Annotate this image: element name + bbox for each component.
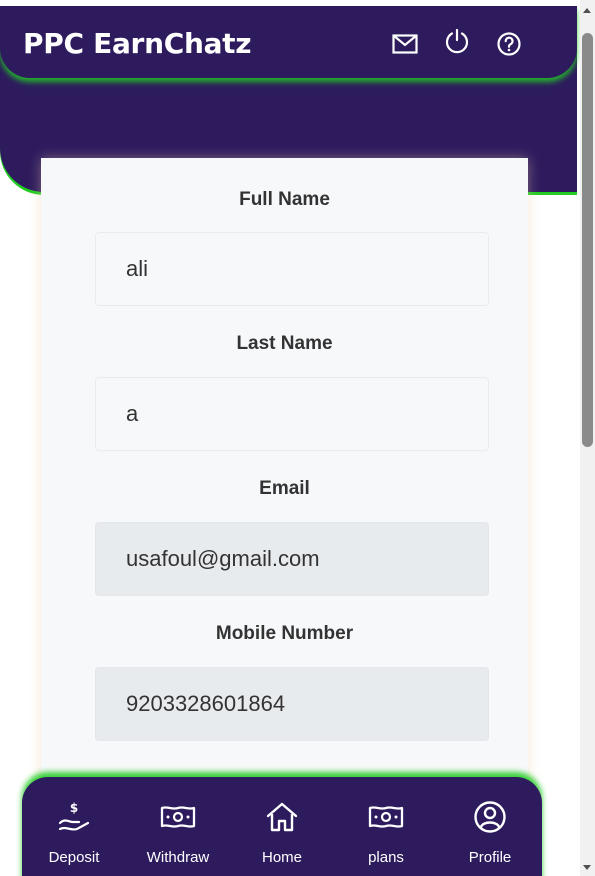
home-icon bbox=[265, 799, 299, 835]
svg-text:$: $ bbox=[70, 801, 78, 815]
app-title: PPC EarnChatz bbox=[23, 27, 252, 60]
nav-label-plans: plans bbox=[368, 849, 404, 866]
header-bar: PPC EarnChatz bbox=[0, 6, 577, 78]
full-name-field[interactable] bbox=[95, 232, 489, 306]
power-icon[interactable] bbox=[444, 28, 470, 54]
nav-item-profile[interactable]: Profile bbox=[438, 777, 542, 876]
app-viewport: PPC EarnChatz Full Name Last Name bbox=[0, 0, 595, 876]
email-label: Email bbox=[259, 478, 310, 499]
nav-label-profile: Profile bbox=[468, 849, 512, 866]
help-icon[interactable] bbox=[496, 31, 522, 57]
nav-label-home: Home bbox=[261, 849, 302, 866]
nav-label-deposit: Deposit bbox=[48, 849, 100, 866]
bottom-navigation: $ Deposit Withdraw Home plans Profile bbox=[22, 777, 542, 876]
nav-item-home[interactable]: Home bbox=[230, 777, 334, 876]
email-field[interactable] bbox=[95, 522, 489, 596]
nav-label-withdraw: Withdraw bbox=[146, 849, 210, 866]
top-border bbox=[0, 0, 580, 6]
full-name-label: Full Name bbox=[239, 189, 330, 210]
nav-item-deposit[interactable]: $ Deposit bbox=[22, 777, 126, 876]
mobile-number-label: Mobile Number bbox=[215, 623, 354, 644]
scroll-down-arrow[interactable] bbox=[583, 865, 591, 870]
last-name-label: Last Name bbox=[236, 333, 333, 354]
nav-item-withdraw[interactable]: Withdraw bbox=[126, 777, 230, 876]
last-name-field[interactable] bbox=[95, 377, 489, 451]
banknote-icon bbox=[160, 799, 196, 835]
envelope-icon[interactable] bbox=[392, 31, 418, 57]
scroll-up-arrow[interactable] bbox=[583, 8, 591, 13]
deposit-hand-dollar-icon: $ bbox=[57, 799, 91, 835]
user-circle-icon bbox=[473, 799, 507, 835]
scroll-thumb[interactable] bbox=[582, 33, 593, 447]
nav-item-plans[interactable]: plans bbox=[334, 777, 438, 876]
vertical-scrollbar[interactable] bbox=[580, 0, 595, 876]
banknote-icon bbox=[368, 799, 404, 835]
profile-form-card: Full Name Last Name Email Mobile Number bbox=[41, 158, 528, 876]
mobile-number-field[interactable] bbox=[95, 667, 489, 741]
